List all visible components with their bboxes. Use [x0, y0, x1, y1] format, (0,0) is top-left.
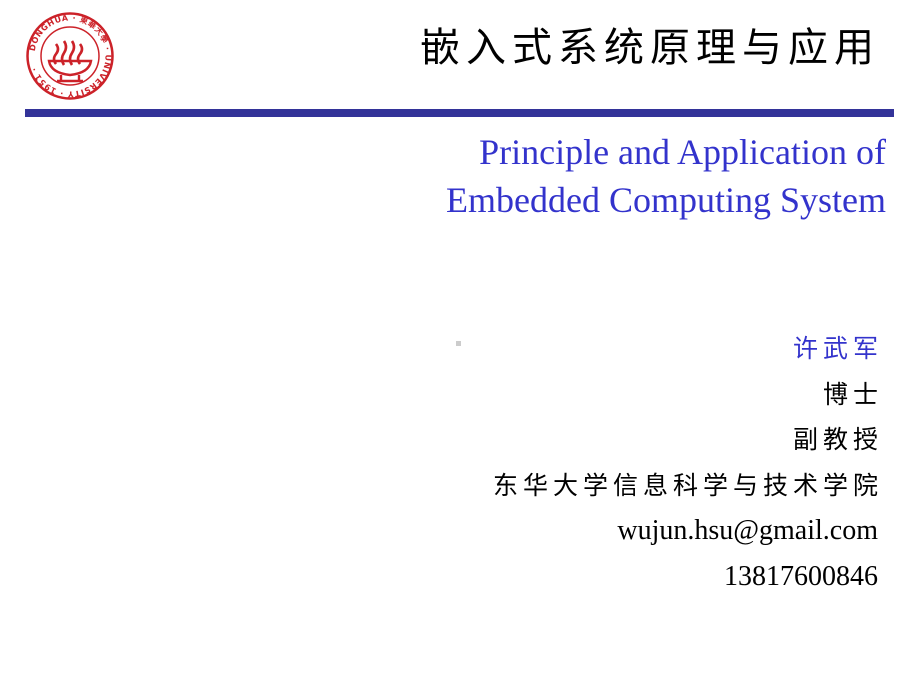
course-title-english: Principle and Application of Embedded Co…: [446, 128, 886, 224]
author-info: 许武军 博士 副教授 东华大学信息科学与技术学院 wujun.hsu@gmail…: [493, 326, 878, 599]
author-email: wujun.hsu@gmail.com: [617, 515, 878, 546]
header-divider: [25, 109, 894, 117]
university-logo: DONGHUA · 東華大學 · UNIVERSITY · 1951 ·: [25, 11, 115, 101]
author-name: 许武军: [792, 334, 883, 363]
course-title-chinese: 嵌入式系统原理与应用: [420, 25, 880, 71]
author-phone: 13817600846: [724, 560, 878, 592]
course-title-english-line-1: Principle and Application of: [479, 132, 886, 172]
author-affiliation: 东华大学信息科学与技术学院: [492, 470, 883, 500]
author-degree: 博士: [822, 379, 883, 409]
donghua-seal-icon: DONGHUA · 東華大學 · UNIVERSITY · 1951 ·: [26, 12, 114, 100]
course-title-english-line-2: Embedded Computing System: [446, 180, 886, 220]
author-position: 副教授: [792, 425, 883, 454]
bullet-marker: [456, 341, 461, 346]
